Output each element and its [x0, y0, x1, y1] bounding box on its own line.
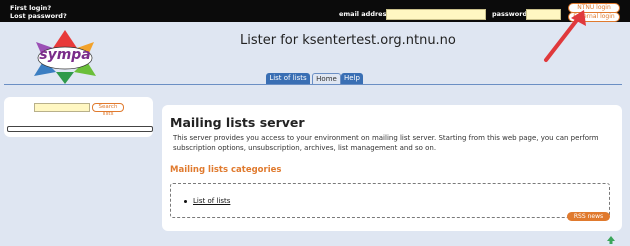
bullet-icon [184, 199, 187, 203]
list-of-lists-link[interactable]: List of lists [193, 197, 230, 205]
email-field[interactable] [386, 9, 486, 20]
annotation-arrow-icon [544, 10, 586, 62]
rss-news-button[interactable]: RSS news [567, 212, 610, 221]
page-title: Mailing lists server [170, 115, 305, 130]
search-input[interactable] [34, 103, 90, 112]
logo-text: sympa [39, 47, 91, 63]
search-lists-button[interactable]: Search lists [92, 103, 124, 117]
tab-help[interactable]: Help [341, 73, 363, 84]
lost-password-link[interactable]: Lost password? [10, 12, 67, 20]
intro-text: This server provides you access to your … [173, 134, 599, 152]
top-bar: First login? Lost password? email addres… [0, 0, 630, 22]
first-login-link[interactable]: First login? [10, 4, 51, 12]
scroll-to-top-icon[interactable] [606, 235, 616, 245]
categories-box [170, 183, 610, 218]
header-divider [4, 84, 622, 85]
list-item: List of lists [184, 197, 230, 205]
site-title: Lister for ksentertest.org.ntnu.no [240, 33, 456, 48]
email-label: email address: [339, 10, 393, 18]
categories-heading: Mailing lists categories [170, 165, 282, 175]
tab-list-of-lists[interactable]: List of lists [266, 73, 310, 84]
sidebar-divider [7, 126, 153, 132]
password-label: password: [492, 10, 530, 18]
